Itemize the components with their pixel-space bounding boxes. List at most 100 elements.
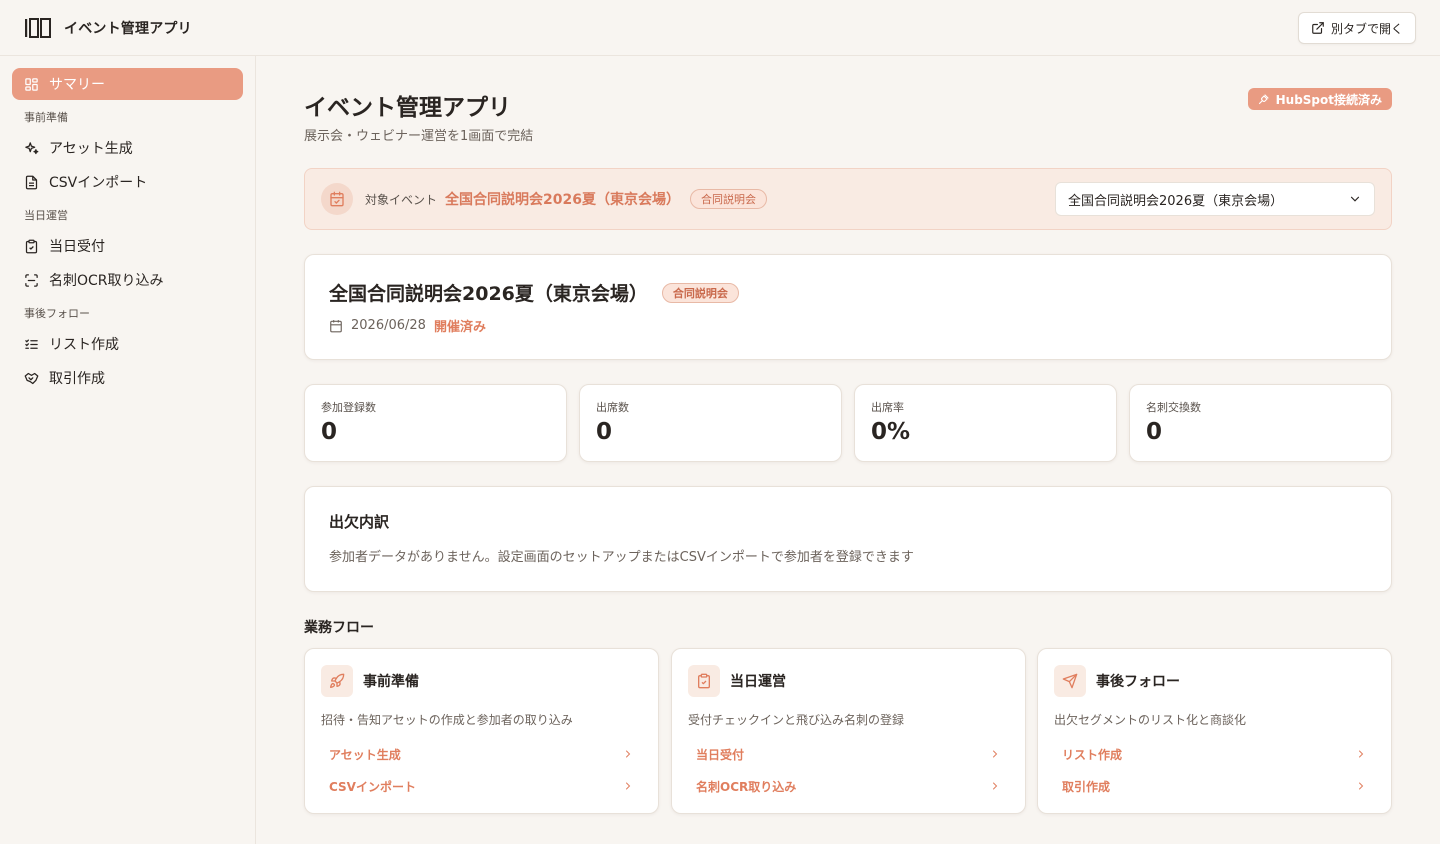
sidebar-item-label: アセット生成 (49, 141, 133, 157)
flow-link-asset-generation[interactable]: アセット生成 (321, 738, 642, 770)
list-checks-icon (25, 339, 38, 349)
sidebar-item-business-card-ocr[interactable]: 名刺OCR取り込み (12, 264, 243, 296)
event-title: 全国合同説明会2026夏（東京会場） (329, 283, 648, 305)
flow-link-list-creation[interactable]: リスト作成 (1054, 738, 1375, 770)
sidebar-item-list-creation[interactable]: リスト作成 (12, 328, 243, 360)
flow-card-head: 当日運営 (688, 665, 1009, 697)
business-flow-title: 業務フロー (304, 620, 374, 636)
event-date: 2026/06/28 (351, 318, 426, 333)
stat-value: 0 (1146, 419, 1163, 445)
flow-card-links: アセット生成 CSVインポート (321, 738, 642, 802)
stat-card-attendance: 出席数 0 (579, 384, 842, 462)
calendar-check-icon (330, 191, 344, 207)
flow-card-day-of: 当日運営 受付チェックインと飛び込み名刺の登録 当日受付 名刺OCR取り込み (671, 648, 1026, 814)
clipboard-check-icon (25, 239, 38, 253)
external-link-icon (1312, 22, 1324, 34)
handshake-icon (24, 372, 39, 384)
plug-icon (1258, 94, 1269, 105)
event-title-row: 全国合同説明会2026夏（東京会場） 合同説明会 (329, 279, 1367, 306)
sidebar-item-label: サマリー (49, 77, 105, 93)
breakdown-empty-text: 参加者データがありません。設定画面のセットアップまたはCSVインポートで参加者を… (329, 550, 914, 565)
calendar-icon (330, 319, 342, 332)
layout-dashboard-icon (25, 77, 38, 91)
calendar-check-icon-wrapper (321, 183, 353, 215)
flow-card-links: リスト作成 取引作成 (1054, 738, 1375, 802)
flow-icon-wrapper (321, 665, 353, 697)
app-logo: イベント管理アプリ (24, 17, 192, 38)
flow-link-csv-import[interactable]: CSVインポート (321, 770, 642, 802)
chevron-right-icon (626, 750, 631, 758)
flow-link-label: CSVインポート (329, 779, 416, 794)
stat-value: 0 (596, 419, 613, 445)
target-event-label: 対象イベント (365, 192, 438, 207)
flow-link-business-card-ocr[interactable]: 名刺OCR取り込み (688, 770, 1009, 802)
flow-icon-wrapper (688, 665, 720, 697)
flow-card-description: 出欠セグメントのリスト化と商談化 (1054, 713, 1247, 727)
top-bar: イベント管理アプリ 別タブで開く (0, 0, 1440, 56)
stat-card-registrations: 参加登録数 0 (304, 384, 567, 462)
target-event-bar: 対象イベント 全国合同説明会2026夏（東京会場） 合同説明会 全国合同説明会2… (304, 168, 1392, 230)
stat-label: 出席率 (871, 401, 904, 414)
event-detail-card: 全国合同説明会2026夏（東京会場） 合同説明会 2026/06/28 開催済み (304, 254, 1392, 360)
hubspot-badge-label: HubSpot接続済み (1275, 92, 1382, 107)
sidebar-item-label: 名刺OCR取り込み (49, 273, 164, 289)
flow-card-title: 事後フォロー (1096, 674, 1180, 690)
flow-link-label: リスト作成 (1062, 747, 1123, 762)
stat-value: 0% (871, 419, 911, 445)
stat-card-attendance-rate: 出席率 0% (854, 384, 1117, 462)
stat-label: 参加登録数 (321, 401, 376, 414)
flow-card-head: 事後フォロー (1054, 665, 1375, 697)
sidebar-item-csv-import[interactable]: CSVインポート (12, 166, 243, 198)
sidebar-group-follow-up: 事後フォロー (24, 307, 90, 320)
chevron-right-icon (1359, 782, 1364, 790)
stat-label: 名刺交換数 (1146, 401, 1201, 414)
flow-card-description: 受付チェックインと飛び込み名刺の登録 (688, 713, 905, 727)
rocket-icon (330, 673, 345, 688)
chevron-right-icon (1359, 750, 1364, 758)
flow-link-label: 当日受付 (696, 747, 745, 762)
sidebar-item-label: 取引作成 (49, 371, 105, 387)
hubspot-connected-badge: HubSpot接続済み (1247, 88, 1392, 110)
stat-card-business-cards: 名刺交換数 0 (1129, 384, 1392, 462)
chevron-right-icon (626, 782, 631, 790)
sidebar-item-label: CSVインポート (49, 175, 148, 191)
event-type-tag: 合同説明会 (661, 282, 739, 303)
file-text-icon (25, 175, 38, 189)
flow-card-links: 当日受付 名刺OCR取り込み (688, 738, 1009, 802)
chevron-down-icon (1350, 196, 1360, 202)
sidebar-item-reception[interactable]: 当日受付 (12, 230, 243, 262)
event-select-dropdown[interactable]: 全国合同説明会2026夏（東京会場） (1055, 182, 1375, 216)
clipboard-check-icon (698, 673, 710, 689)
sidebar-item-label: 当日受付 (49, 239, 105, 255)
sidebar-group-day-of: 当日運営 (24, 209, 68, 222)
open-in-new-tab-label: 別タブで開く (1330, 21, 1403, 36)
flow-link-label: アセット生成 (329, 747, 401, 762)
attendance-breakdown-card: 出欠内訳 参加者データがありません。設定画面のセットアップまたはCSVインポート… (304, 486, 1392, 592)
flow-link-label: 名刺OCR取り込み (696, 779, 797, 794)
send-icon (1062, 673, 1078, 689)
sidebar-item-deal-creation[interactable]: 取引作成 (12, 362, 243, 394)
flow-card-follow-up: 事後フォロー 出欠セグメントのリスト化と商談化 リスト作成 取引作成 (1037, 648, 1392, 814)
event-meta: 2026/06/28 開催済み (329, 316, 1367, 335)
flow-card-title: 当日運営 (730, 674, 786, 690)
open-in-new-tab-button[interactable]: 別タブで開く (1297, 12, 1416, 44)
logo-icon (25, 17, 51, 38)
flow-link-deal-creation[interactable]: 取引作成 (1054, 770, 1375, 802)
flow-link-label: 取引作成 (1062, 779, 1111, 794)
sidebar-group-prep: 事前準備 (24, 111, 68, 124)
app-title: イベント管理アプリ (64, 20, 192, 37)
flow-link-reception[interactable]: 当日受付 (688, 738, 1009, 770)
flow-icon-wrapper (1054, 665, 1086, 697)
event-type-tag: 合同説明会 (689, 189, 767, 209)
sparkles-icon (25, 141, 39, 154)
flow-card-prep: 事前準備 招待・告知アセットの作成と参加者の取り込み アセット生成 CSVインポ… (304, 648, 659, 814)
sidebar-item-label: リスト作成 (49, 337, 119, 353)
event-status: 開催済み (433, 320, 486, 335)
sidebar: サマリー 事前準備 アセット生成 CSVインポート 当日運営 当日受付 名刺OC… (0, 56, 256, 844)
chevron-right-icon (993, 750, 998, 758)
flow-card-title: 事前準備 (363, 674, 419, 690)
sidebar-item-summary[interactable]: サマリー (12, 68, 243, 100)
page-subtitle: 展示会・ウェビナー運営を1画面で完結 (304, 129, 534, 144)
sidebar-item-asset-generation[interactable]: アセット生成 (12, 132, 243, 164)
flow-card-description: 招待・告知アセットの作成と参加者の取り込み (321, 713, 573, 727)
